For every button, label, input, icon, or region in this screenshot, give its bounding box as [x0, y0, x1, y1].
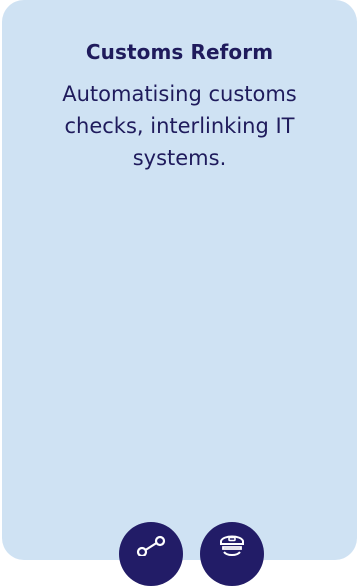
card-title: Customs Reform: [85, 40, 274, 64]
share-button[interactable]: [119, 522, 183, 586]
customs-reform-card: Customs Reform Automatising customs chec…: [2, 0, 357, 586]
share-icon: [136, 535, 166, 556]
card-description: Automatising customs checks, interlinkin…: [62, 82, 297, 170]
customs-officer-icon: [220, 535, 244, 556]
customs-officer-button[interactable]: [200, 522, 264, 586]
